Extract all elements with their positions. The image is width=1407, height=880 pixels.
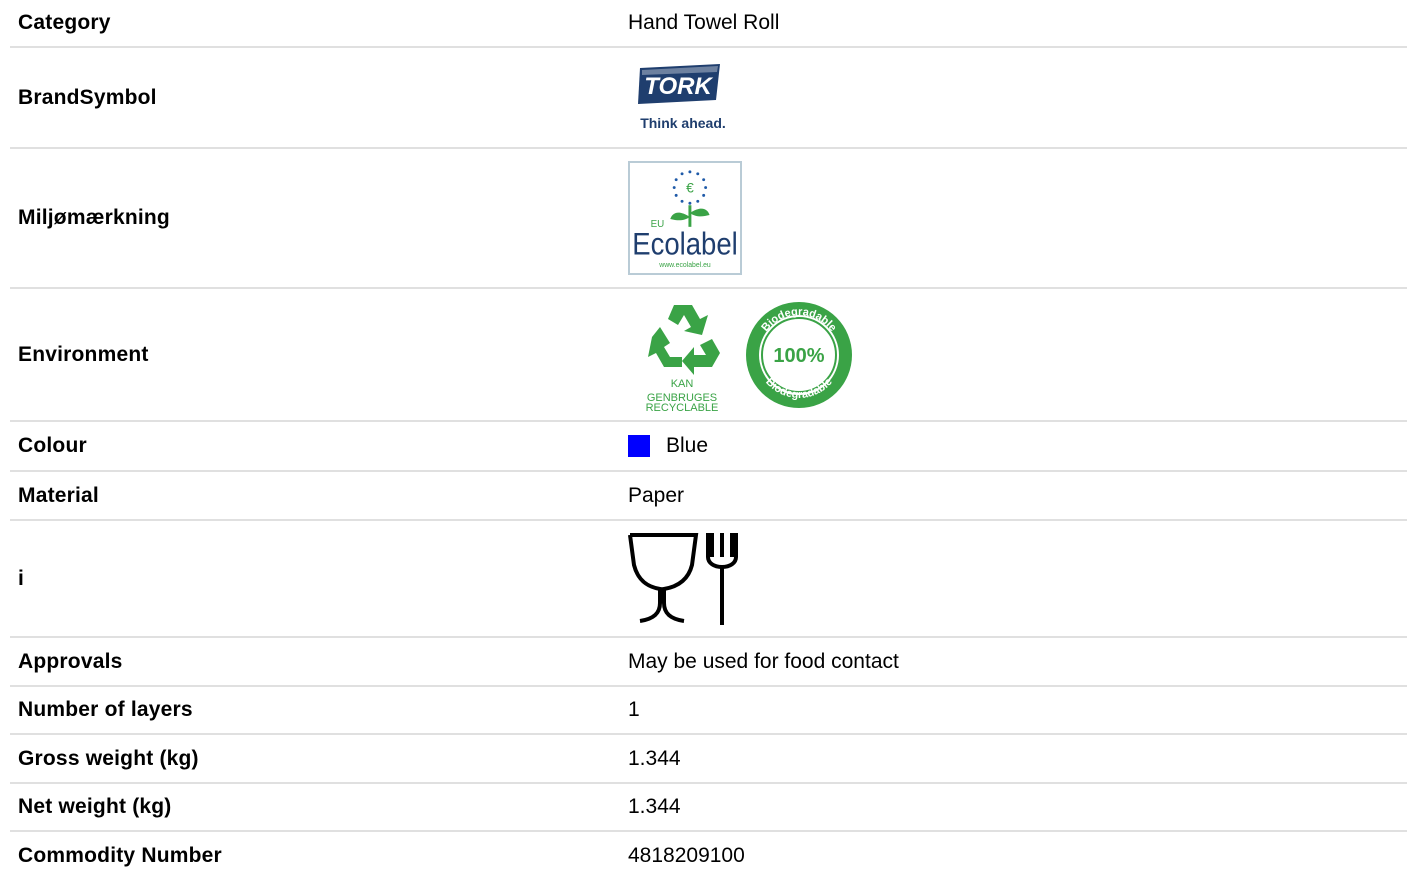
product-spec-table: Category Hand Towel Roll BrandSymbol TOR…	[10, 0, 1407, 880]
spec-label: Colour	[18, 434, 87, 457]
recycle-icon	[648, 305, 720, 375]
food-safe-glass-fork-icon	[628, 532, 738, 625]
bio-percent: 100%	[773, 345, 824, 367]
spec-label: Net weight (kg)	[18, 795, 172, 818]
spec-row-material: Material Paper	[10, 472, 1407, 521]
tork-logo: TORK Think ahead.	[638, 63, 726, 131]
tork-tagline: Think ahead.	[640, 115, 726, 131]
spec-row-layers: Number of layers 1	[10, 687, 1407, 735]
spec-value	[628, 531, 1407, 627]
spec-value: 1.344	[628, 746, 681, 770]
spec-row-brandsymbol: BrandSymbol TORK Think ahead.	[10, 48, 1407, 149]
spec-row-miljomaerkning: Miljømærkning € EU Ecolabel www.ecolabel…	[10, 149, 1407, 289]
spec-label: i	[18, 566, 25, 590]
spec-label: Miljømærkning	[18, 206, 170, 229]
ecolabel-wordmark: Ecolabel	[632, 227, 737, 262]
spec-row-gross-weight: Gross weight (kg) 1.344	[10, 735, 1407, 784]
eu-ecolabel-logo: € EU Ecolabel www.ecolabel.eu	[628, 161, 742, 275]
spec-row-approvals: Approvals May be used for food contact	[10, 638, 1407, 687]
spec-value: Paper	[628, 483, 685, 507]
spec-value: 1	[628, 698, 640, 721]
spec-value: € EU Ecolabel www.ecolabel.eu	[628, 161, 1407, 275]
spec-label: Material	[18, 483, 99, 507]
recycle-text-1: KAN	[671, 378, 694, 390]
colour-swatch	[628, 435, 650, 457]
svg-text:€: €	[686, 180, 694, 195]
spec-value: Hand Towel Roll	[628, 11, 780, 34]
spec-label: Commodity Number	[18, 844, 222, 867]
spec-label: Environment	[18, 342, 149, 366]
spec-row-colour: Colour Blue	[10, 422, 1407, 472]
spec-value: KAN GENBRUGES RECYCLABLE Biodegradable B…	[628, 297, 1407, 412]
biodegradable-badge: Biodegradable Biodegradable 100%	[746, 301, 852, 408]
spec-label: Approvals	[18, 649, 123, 673]
spec-row-net-weight: Net weight (kg) 1.344	[10, 784, 1407, 832]
spec-row-category: Category Hand Towel Roll	[10, 0, 1407, 48]
spec-row-environment: Environment KAN GENBRUGES RECYCLABLE Bio…	[10, 289, 1407, 422]
ecolabel-url: www.ecolabel.eu	[658, 262, 711, 269]
spec-row-commodity-number: Commodity Number 4818209100	[10, 832, 1407, 880]
tork-wordmark: TORK	[644, 73, 713, 100]
spec-value: Blue	[628, 434, 1407, 458]
spec-value: 4818209100	[628, 844, 745, 867]
spec-label: Category	[18, 11, 111, 34]
recycle-text-3: RECYCLABLE	[646, 402, 719, 412]
spec-value: 1.344	[628, 795, 681, 818]
spec-label: Gross weight (kg)	[18, 746, 199, 770]
spec-row-food-safe: i	[10, 521, 1407, 638]
recyclable-logo: KAN GENBRUGES RECYCLABLE	[646, 305, 720, 412]
spec-value: May be used for food contact	[628, 649, 899, 673]
spec-label: BrandSymbol	[18, 85, 157, 109]
spec-value: TORK Think ahead.	[628, 58, 1407, 138]
spec-label: Number of layers	[18, 698, 193, 721]
colour-name: Blue	[666, 434, 709, 457]
